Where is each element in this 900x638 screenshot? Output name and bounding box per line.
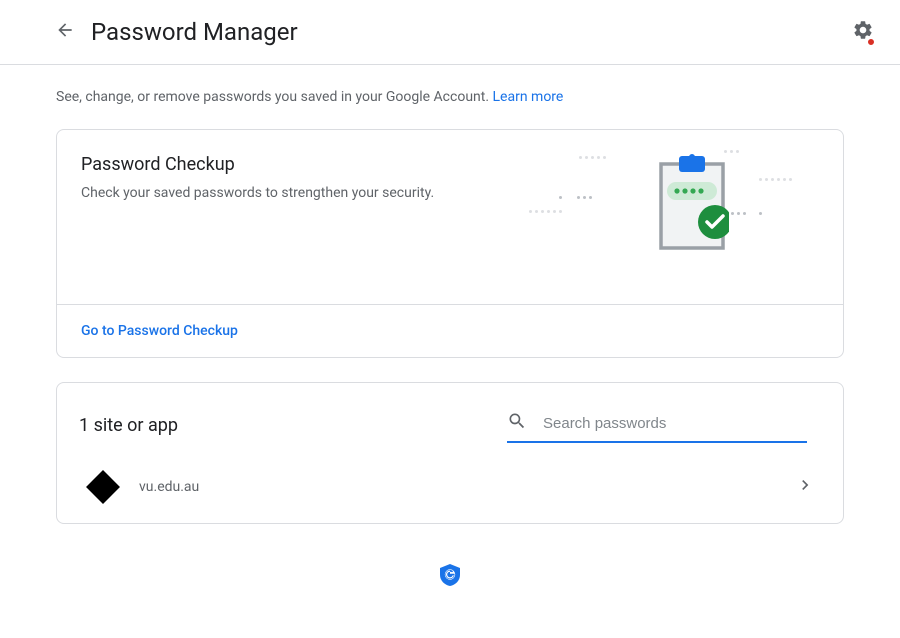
- google-shield-icon: [440, 564, 460, 586]
- go-to-password-checkup-link[interactable]: Go to Password Checkup: [81, 323, 238, 339]
- intro-description: See, change, or remove passwords you sav…: [56, 89, 493, 105]
- password-checkup-title: Password Checkup: [81, 154, 434, 175]
- sites-card: 1 site or app vu.edu.au: [56, 382, 844, 524]
- site-favicon: [86, 470, 120, 504]
- header: Password Manager: [0, 0, 900, 65]
- sites-header: 1 site or app: [57, 383, 843, 459]
- header-left: Password Manager: [55, 18, 298, 46]
- password-checkup-subtitle: Check your saved passwords to strengthen…: [81, 185, 434, 201]
- page-title: Password Manager: [91, 18, 298, 46]
- chevron-right-icon: [795, 475, 815, 499]
- learn-more-link[interactable]: Learn more: [493, 89, 564, 105]
- password-checkup-card: Password Checkup Check your saved passwo…: [56, 129, 844, 358]
- search-area[interactable]: [507, 407, 807, 443]
- settings-alert-dot: [867, 38, 875, 46]
- back-arrow-icon[interactable]: [55, 20, 75, 44]
- clipboard-icon: [655, 154, 729, 254]
- intro-text: See, change, or remove passwords you sav…: [56, 89, 844, 105]
- site-row-left: vu.edu.au: [91, 475, 199, 499]
- password-checkup-top: Password Checkup Check your saved passwo…: [57, 130, 843, 304]
- search-input[interactable]: [543, 415, 807, 432]
- site-name: vu.edu.au: [139, 479, 199, 495]
- footer: [56, 548, 844, 606]
- search-icon: [507, 411, 527, 435]
- content: See, change, or remove passwords you sav…: [0, 65, 900, 630]
- password-checkup-illustration: [559, 154, 819, 264]
- password-checkup-footer: Go to Password Checkup: [57, 304, 843, 357]
- site-row[interactable]: vu.edu.au: [57, 459, 843, 523]
- settings-gear-icon[interactable]: [852, 19, 874, 45]
- sites-count-title: 1 site or app: [79, 415, 178, 436]
